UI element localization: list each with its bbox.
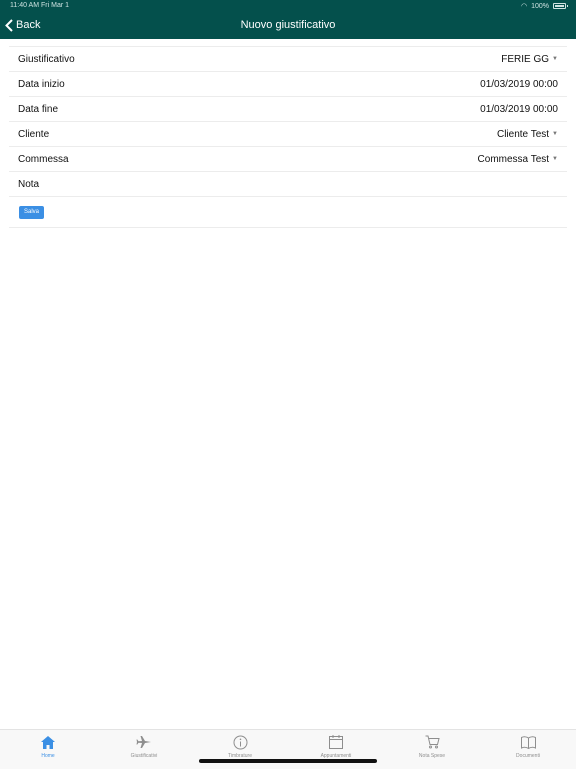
tab-home[interactable]: Home	[0, 730, 96, 769]
caret-down-icon: ▼	[552, 131, 558, 137]
home-indicator[interactable]	[199, 759, 377, 763]
page-title: Nuovo giustificativo	[240, 19, 336, 31]
row-label: Giustificativo	[18, 53, 75, 65]
row-label: Data fine	[18, 103, 59, 115]
battery-text: 100%	[531, 2, 549, 10]
justification-form: Giustificativo FERIE GG ▼ Data inizio 01…	[9, 46, 567, 228]
row-value-container: Commessa Test ▼	[478, 154, 558, 165]
row-label: Nota	[18, 178, 40, 190]
row-value: FERIE GG	[501, 53, 550, 65]
row-value: Commessa Test	[477, 153, 550, 165]
form-row-data-inizio[interactable]: Data inizio 01/03/2019 00:00	[9, 72, 567, 97]
status-date-value: Fri Mar 1	[41, 2, 70, 9]
row-value: Cliente Test	[496, 128, 550, 140]
tab-label: Nota Spese	[418, 753, 446, 759]
book-icon	[520, 734, 536, 750]
cart-icon	[424, 734, 440, 750]
form-row-giustificativo[interactable]: Giustificativo FERIE GG ▼	[9, 47, 567, 72]
tab-documenti[interactable]: Documenti	[480, 730, 576, 769]
battery-icon	[553, 3, 568, 9]
row-value: 01/03/2019 00:00	[480, 103, 558, 115]
row-value-container: Cliente Test ▼	[497, 129, 558, 140]
tab-nota-spese[interactable]: Nota Spese	[384, 730, 480, 769]
row-value-container: FERIE GG ▼	[501, 54, 558, 65]
row-value: 01/03/2019 00:00	[480, 78, 558, 90]
form-row-cliente[interactable]: Cliente Cliente Test ▼	[9, 122, 567, 147]
tab-label: Giustificativi	[130, 753, 158, 759]
airplane-icon	[136, 734, 152, 750]
status-bar: 11:40 AM Fri Mar 1 ◠ 100%	[0, 0, 576, 12]
form-row-data-fine[interactable]: Data fine 01/03/2019 00:00	[9, 97, 567, 122]
form-row-nota[interactable]: Nota	[9, 172, 567, 197]
row-label: Commessa	[18, 153, 69, 165]
home-icon	[40, 734, 56, 750]
tab-label: Documenti	[516, 753, 540, 759]
save-button[interactable]: Salva	[19, 205, 45, 219]
tab-label: Home	[41, 753, 55, 759]
save-area: Salva	[9, 197, 567, 228]
status-time-value: 11:40 AM	[10, 2, 40, 9]
navigation-bar: 11:40 AM Fri Mar 1 ◠ 100% Back Nuovo giu…	[0, 0, 576, 39]
tab-timbrature[interactable]: Timbrature	[192, 730, 288, 769]
form-row-commessa[interactable]: Commessa Commessa Test ▼	[9, 147, 567, 172]
row-label: Data inizio	[18, 78, 65, 90]
row-label: Cliente	[18, 128, 50, 140]
tab-giustificativi[interactable]: Giustificativi	[96, 730, 192, 769]
caret-down-icon: ▼	[552, 156, 558, 162]
info-icon	[232, 734, 248, 750]
status-right: ◠ 100%	[520, 2, 568, 10]
status-time: 11:40 AM Fri Mar 1	[10, 2, 69, 9]
tab-appuntamenti[interactable]: Appuntamenti	[288, 730, 384, 769]
wifi-icon: ◠	[520, 3, 528, 10]
caret-down-icon: ▼	[552, 56, 558, 62]
tab-bar: Home Giustificativi Timbrature Appuntame…	[0, 729, 576, 769]
calendar-icon	[328, 734, 344, 750]
